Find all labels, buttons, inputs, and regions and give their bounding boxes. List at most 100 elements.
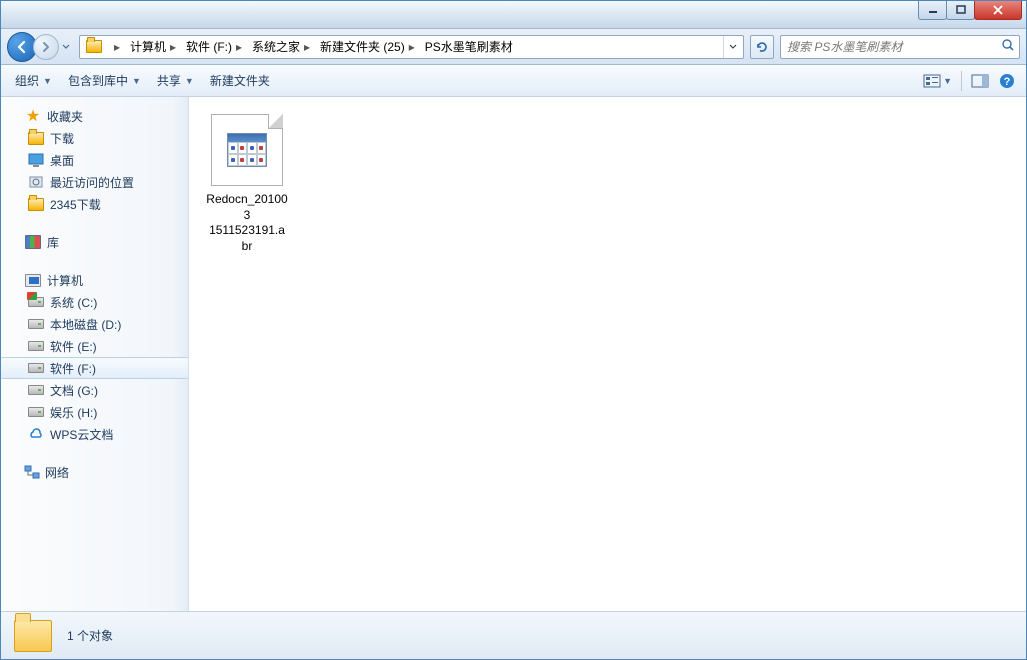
- sidebar-item-downloads[interactable]: 下载: [1, 127, 188, 149]
- sidebar-item-label: 软件 (F:): [50, 360, 96, 377]
- crumb-folder-2[interactable]: 新建文件夹 (25)▸: [316, 36, 421, 58]
- sidebar-item-computer[interactable]: 计算机: [1, 269, 188, 291]
- file-name: Redocn_201003 1511523191.abr: [206, 192, 288, 254]
- sidebar-item-label: 娱乐 (H:): [50, 404, 97, 421]
- chevron-down-icon: ▼: [943, 76, 952, 86]
- drive-icon: [27, 293, 45, 311]
- search-icon[interactable]: [1001, 38, 1015, 55]
- sidebar-item-drive-f[interactable]: 软件 (F:): [1, 357, 188, 379]
- command-bar: 组织 ▼ 包含到库中 ▼ 共享 ▼ 新建文件夹 ▼ ?: [1, 65, 1026, 97]
- crumb-drive-f[interactable]: 软件 (F:)▸: [182, 36, 248, 58]
- desktop-icon: [27, 151, 45, 169]
- file-list-pane[interactable]: Redocn_201003 1511523191.abr: [189, 97, 1026, 611]
- sidebar-item-drive-c[interactable]: 系统 (C:): [1, 291, 188, 313]
- organize-label: 组织: [15, 72, 39, 89]
- close-button[interactable]: [974, 1, 1022, 20]
- drive-icon: [27, 315, 45, 333]
- newfolder-label: 新建文件夹: [210, 72, 270, 89]
- file-item[interactable]: Redocn_201003 1511523191.abr: [199, 107, 295, 261]
- organize-button[interactable]: 组织 ▼: [7, 68, 60, 93]
- status-text: 1 个对象: [67, 627, 113, 644]
- folder-icon: [27, 195, 45, 213]
- sidebar-item-favorites[interactable]: ★ 收藏夹: [1, 105, 188, 127]
- sidebar-item-label: 下载: [50, 130, 74, 147]
- separator: [961, 71, 962, 91]
- folder-large-icon: [11, 616, 55, 656]
- refresh-icon: [755, 40, 769, 54]
- sidebar-item-label: 2345下载: [50, 196, 101, 213]
- folder-icon: [85, 38, 103, 56]
- sidebar-item-label: 最近访问的位置: [50, 174, 134, 191]
- sidebar-item-label: WPS云文档: [50, 426, 113, 443]
- help-button[interactable]: ?: [994, 70, 1020, 92]
- chevron-down-icon: ▼: [43, 76, 52, 86]
- sidebar-item-label: 本地磁盘 (D:): [50, 316, 121, 333]
- sidebar-item-drive-e[interactable]: 软件 (E:): [1, 335, 188, 357]
- titlebar: [1, 1, 1026, 29]
- chevron-down-icon: [729, 44, 737, 50]
- maximize-button[interactable]: [946, 1, 975, 20]
- cloud-icon: [27, 425, 45, 443]
- address-dropdown[interactable]: [723, 36, 741, 58]
- svg-text:?: ?: [1004, 76, 1011, 88]
- view-options-button[interactable]: ▼: [918, 71, 957, 91]
- sidebar-item-label: 系统 (C:): [50, 294, 97, 311]
- network-group: 网络: [1, 461, 188, 483]
- window-controls: [919, 1, 1022, 20]
- sidebar-item-drive-h[interactable]: 娱乐 (H:): [1, 401, 188, 423]
- star-icon: ★: [24, 107, 42, 125]
- sidebar-item-wps-cloud[interactable]: WPS云文档: [1, 423, 188, 445]
- drive-icon: [27, 337, 45, 355]
- help-icon: ?: [999, 73, 1015, 89]
- sidebar-item-drive-g[interactable]: 文档 (G:): [1, 379, 188, 401]
- search-box[interactable]: [780, 35, 1020, 59]
- sidebar-item-label: 桌面: [50, 152, 74, 169]
- sidebar-item-recent[interactable]: 最近访问的位置: [1, 171, 188, 193]
- sidebar-item-libraries[interactable]: 库: [1, 231, 188, 253]
- crumb-folder-1[interactable]: 系统之家▸: [248, 36, 316, 58]
- include-in-library-button[interactable]: 包含到库中 ▼: [60, 68, 149, 93]
- sidebar-item-network[interactable]: 网络: [1, 461, 188, 483]
- libraries-icon: [24, 233, 42, 251]
- chevron-down-icon: ▼: [132, 76, 141, 86]
- folder-icon: [27, 129, 45, 147]
- favorites-label: 收藏夹: [47, 108, 83, 125]
- navigation-bar: ▸ 计算机▸ 软件 (F:)▸ 系统之家▸ 新建文件夹 (25)▸ PS水墨笔刷…: [1, 29, 1026, 65]
- chevron-down-icon: [62, 44, 70, 50]
- sidebar-item-2345[interactable]: 2345下载: [1, 193, 188, 215]
- share-label: 共享: [157, 72, 181, 89]
- refresh-button[interactable]: [750, 35, 774, 59]
- crumb-computer[interactable]: 计算机▸: [126, 36, 182, 58]
- explorer-body: ★ 收藏夹 下载 桌面 最近访问的位置 2345下载: [1, 97, 1026, 611]
- preview-pane-button[interactable]: [966, 71, 994, 91]
- share-button[interactable]: 共享 ▼: [149, 68, 202, 93]
- explorer-window: ▸ 计算机▸ 软件 (F:)▸ 系统之家▸ 新建文件夹 (25)▸ PS水墨笔刷…: [0, 0, 1027, 660]
- crumb-label: 新建文件夹 (25): [320, 38, 405, 55]
- sidebar-item-label: 文档 (G:): [50, 382, 98, 399]
- search-input[interactable]: [781, 36, 1019, 58]
- close-icon: [992, 5, 1004, 15]
- new-folder-button[interactable]: 新建文件夹: [202, 68, 278, 93]
- maximize-icon: [956, 5, 966, 15]
- forward-arrow-icon: [39, 40, 53, 54]
- navigation-pane[interactable]: ★ 收藏夹 下载 桌面 最近访问的位置 2345下载: [1, 97, 189, 611]
- network-icon: [24, 466, 40, 479]
- sidebar-item-drive-d[interactable]: 本地磁盘 (D:): [1, 313, 188, 335]
- network-label: 网络: [45, 464, 69, 481]
- drive-icon: [27, 381, 45, 399]
- sidebar-item-desktop[interactable]: 桌面: [1, 149, 188, 171]
- crumb-folder-current[interactable]: PS水墨笔刷素材: [421, 36, 515, 58]
- view-icon: [923, 74, 941, 88]
- forward-button[interactable]: [33, 34, 59, 60]
- minimize-button[interactable]: [918, 1, 947, 20]
- crumb-label: 软件 (F:): [186, 38, 232, 55]
- address-bar[interactable]: ▸ 计算机▸ 软件 (F:)▸ 系统之家▸ 新建文件夹 (25)▸ PS水墨笔刷…: [79, 35, 744, 59]
- preview-pane-icon: [971, 74, 989, 88]
- nav-history-dropdown[interactable]: [59, 37, 73, 57]
- crumb-label: 系统之家: [252, 38, 300, 55]
- drive-icon: [27, 403, 45, 421]
- sidebar-item-label: 软件 (E:): [50, 338, 97, 355]
- back-arrow-icon: [14, 39, 30, 55]
- minimize-icon: [928, 5, 938, 15]
- crumb-root-sep[interactable]: ▸: [106, 36, 126, 58]
